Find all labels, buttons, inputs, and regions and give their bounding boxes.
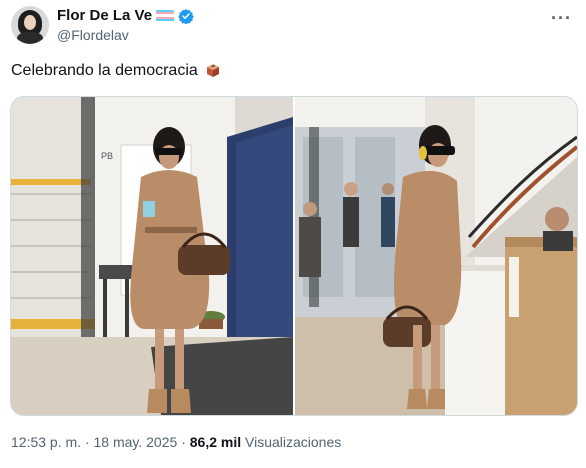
- tweet-text-content: Celebrando la democracia: [11, 62, 198, 79]
- photo-2-image: [295, 97, 577, 415]
- separator-dot: ·: [84, 434, 90, 450]
- tweet-date[interactable]: 18 may. 2025: [94, 434, 178, 450]
- tweet-time[interactable]: 12:53 p. m.: [11, 434, 81, 450]
- tweet-text: Celebrando la democracia: [11, 62, 221, 80]
- photo-1-sign: PB: [101, 151, 113, 161]
- photo-1-image: PB: [11, 97, 293, 415]
- views-label: Visualizaciones: [245, 434, 342, 450]
- author-name-row[interactable]: Flor De La Ve: [57, 7, 194, 24]
- separator-dot: ·: [181, 434, 186, 450]
- avatar[interactable]: [11, 6, 49, 44]
- display-name[interactable]: Flor De La Ve: [57, 7, 152, 24]
- tweet-metadata: 12:53 p. m. · 18 may. 2025 · 86,2 mil Vi…: [11, 434, 341, 450]
- media-grid: PB: [10, 96, 578, 416]
- photo-2[interactable]: [295, 97, 577, 415]
- transgender-flag-icon: [156, 9, 175, 22]
- verified-badge-icon: [178, 8, 194, 24]
- photo-1[interactable]: PB: [11, 97, 293, 415]
- ballot-box-icon: [207, 64, 220, 77]
- handle[interactable]: @Flordelav: [57, 27, 129, 43]
- views-count: 86,2 mil: [189, 434, 242, 450]
- more-options-icon[interactable]: ···: [551, 8, 572, 29]
